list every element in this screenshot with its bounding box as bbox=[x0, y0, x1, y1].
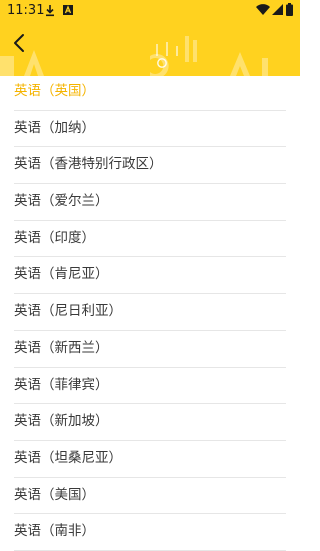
battery-icon bbox=[286, 3, 293, 16]
language-option-label: 英语（爱尔兰） bbox=[14, 193, 109, 210]
wifi-icon bbox=[256, 4, 270, 15]
header-bar: 11:31 bbox=[0, 0, 300, 76]
language-option[interactable]: 英语（英国） bbox=[0, 74, 300, 111]
language-option[interactable]: 英语（香港特别行政区） bbox=[0, 147, 300, 185]
language-option-label: 英语（新西兰） bbox=[14, 339, 109, 356]
language-option[interactable]: 英语（尼日利亚） bbox=[0, 294, 300, 331]
language-option-label: 英语（美国） bbox=[14, 486, 95, 503]
language-option-label: 英语（菲律宾） bbox=[14, 376, 109, 393]
language-option-label: 英语（加纳） bbox=[14, 119, 95, 136]
language-option[interactable]: 英语（美国） bbox=[0, 478, 300, 515]
language-option[interactable]: 英语（肯尼亚） bbox=[0, 257, 300, 295]
language-option[interactable]: 英语（印度） bbox=[0, 221, 300, 258]
language-option-label: 英语（尼日利亚） bbox=[14, 303, 122, 320]
language-option[interactable]: 英语（爱尔兰） bbox=[0, 184, 300, 221]
status-bar: 11:31 bbox=[0, 0, 300, 22]
language-option[interactable]: 英语（菲律宾） bbox=[0, 368, 300, 405]
language-option-label: 英语（印度） bbox=[14, 229, 95, 246]
language-option[interactable]: 英语（新加坡） bbox=[0, 404, 300, 441]
language-option[interactable]: 英语（坦桑尼亚） bbox=[0, 441, 300, 478]
language-option-label: 英语（坦桑尼亚） bbox=[14, 449, 122, 466]
download-icon bbox=[46, 5, 54, 17]
back-button[interactable] bbox=[6, 30, 32, 56]
status-time: 11:31 bbox=[7, 3, 45, 18]
language-option[interactable]: 英语（新西兰） bbox=[0, 331, 300, 368]
language-option-label: 英语（南非） bbox=[14, 523, 95, 540]
language-option-label: 英语（肯尼亚） bbox=[14, 266, 109, 283]
notification-app-icon bbox=[63, 5, 73, 15]
signal-icon bbox=[272, 4, 283, 15]
language-option-label: 英语（英国） bbox=[14, 83, 95, 99]
chevron-left-icon bbox=[14, 34, 24, 52]
language-list: 英语（英国） 英语（加纳） 英语（香港特别行政区） 英语（爱尔兰） 英语（印度） 英语（肯… bbox=[0, 74, 300, 551]
language-option-label: 英语（新加坡） bbox=[14, 413, 109, 430]
language-option-label: 英语（香港特别行政区） bbox=[14, 156, 163, 173]
language-option[interactable]: 英语（加纳） bbox=[0, 111, 300, 148]
